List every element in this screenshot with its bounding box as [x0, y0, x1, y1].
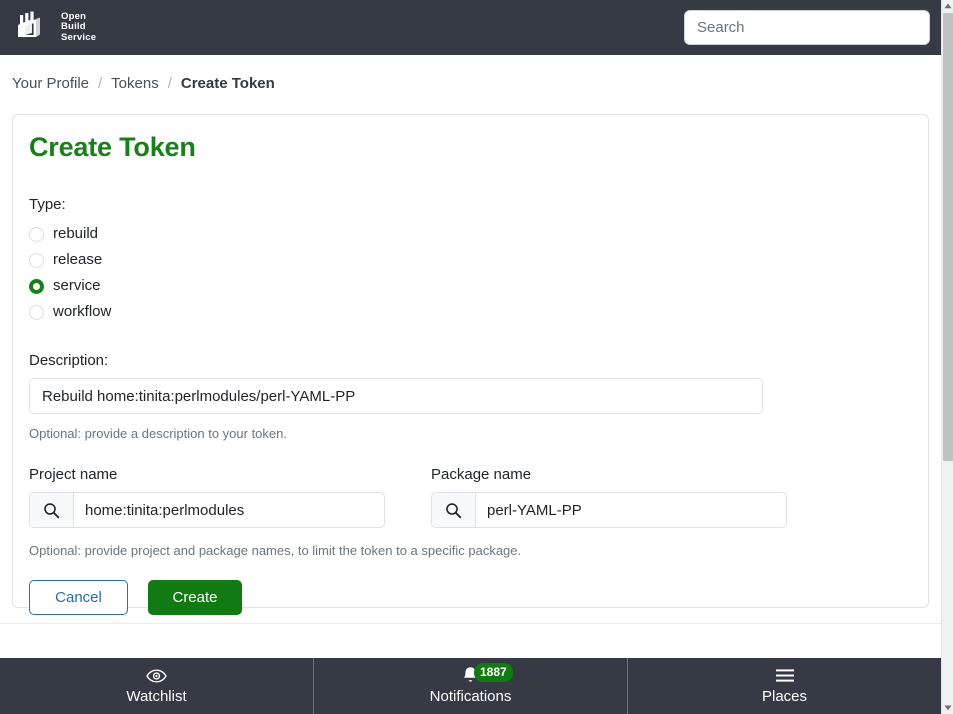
radio-option-service[interactable]: service: [29, 273, 912, 299]
factory-icon: [16, 11, 52, 44]
eye-icon: [146, 666, 167, 686]
scrollbar-thumb[interactable]: [943, 13, 953, 461]
package-name-label: Package name: [431, 466, 532, 483]
brand-line-1: Open: [61, 10, 87, 22]
vertical-scrollbar[interactable]: [941, 0, 953, 714]
search-icon: [432, 493, 476, 527]
brand-wordmark: Open Build Service: [61, 10, 97, 44]
search-input[interactable]: [684, 10, 930, 45]
breadcrumb-separator: /: [98, 74, 103, 92]
nav-label-watchlist: Watchlist: [126, 687, 187, 705]
brand-line-3: Service: [61, 31, 97, 43]
description-input[interactable]: [29, 378, 763, 414]
project-name-label: Project name: [29, 466, 118, 483]
radio-option-rebuild[interactable]: rebuild: [29, 221, 912, 247]
nav-label-places: Places: [761, 687, 808, 705]
package-name-field: Package name: [431, 465, 809, 528]
project-name-field: Project name: [29, 465, 407, 528]
nav-item-places[interactable]: Places: [627, 658, 941, 714]
nav-label-notifications: Notifications: [429, 687, 512, 705]
radio-indicator-service[interactable]: [29, 278, 44, 294]
brand-line-2: Build: [61, 21, 86, 33]
description-label: Description:: [29, 352, 109, 369]
breadcrumb-item-create-token: Create Token: [180, 74, 275, 92]
create-button[interactable]: Create: [148, 580, 242, 615]
radio-indicator-release[interactable]: [29, 252, 44, 268]
radio-indicator-rebuild[interactable]: [29, 226, 44, 242]
page-root: Open Build Service Your Profile / Tokens…: [0, 0, 953, 714]
scrollbar-up-arrow-icon[interactable]: [942, 0, 953, 12]
names-help-text: Optional: provide project and package na…: [29, 543, 522, 558]
radio-indicator-workflow[interactable]: [29, 304, 44, 320]
radio-option-workflow[interactable]: workflow: [29, 299, 912, 325]
breadcrumb-separator: /: [167, 74, 172, 92]
search-icon: [30, 493, 74, 527]
breadcrumb-item-tokens[interactable]: Tokens: [111, 75, 159, 92]
page-title: Create Token: [29, 132, 196, 162]
search-container: [684, 10, 930, 45]
radio-label-service: service: [53, 277, 101, 294]
content-divider: [0, 623, 941, 624]
top-navbar: Open Build Service: [0, 0, 941, 55]
form-actions: Cancel Create: [29, 580, 912, 615]
radio-label-workflow: workflow: [53, 303, 112, 320]
project-name-input-group: [29, 492, 385, 528]
bell-icon: 1887: [462, 662, 513, 686]
page-viewport: Open Build Service Your Profile / Tokens…: [0, 0, 941, 714]
package-name-input-group: [431, 492, 787, 528]
radio-label-rebuild: rebuild: [53, 225, 99, 242]
type-radio-group: rebuild release service workflow: [29, 221, 912, 325]
project-name-input[interactable]: [74, 493, 384, 527]
scrollbar-down-arrow-icon[interactable]: [942, 702, 953, 714]
breadcrumb-item-your-profile[interactable]: Your Profile: [12, 75, 89, 92]
card-body: Create Token Type: rebuild release servi…: [13, 115, 928, 631]
bottom-nav: Watchlist 1887 Notifications Places: [0, 658, 941, 714]
project-package-row: Project name Package na: [29, 465, 912, 528]
brand-home-link[interactable]: Open Build Service: [16, 11, 96, 44]
radio-option-release[interactable]: release: [29, 247, 912, 273]
nav-item-watchlist[interactable]: Watchlist: [0, 658, 313, 714]
breadcrumb: Your Profile / Tokens / Create Token: [12, 70, 275, 96]
nav-item-notifications[interactable]: 1887 Notifications: [313, 658, 627, 714]
radio-label-release: release: [53, 251, 103, 268]
cancel-button[interactable]: Cancel: [29, 580, 128, 615]
hamburger-menu-icon: [775, 666, 795, 686]
package-name-input[interactable]: [476, 493, 786, 527]
create-token-card: Create Token Type: rebuild release servi…: [12, 114, 929, 615]
description-help-text: Optional: provide a description to your …: [29, 426, 287, 441]
type-label: Type:: [29, 196, 66, 213]
notifications-badge: 1887: [474, 662, 513, 682]
